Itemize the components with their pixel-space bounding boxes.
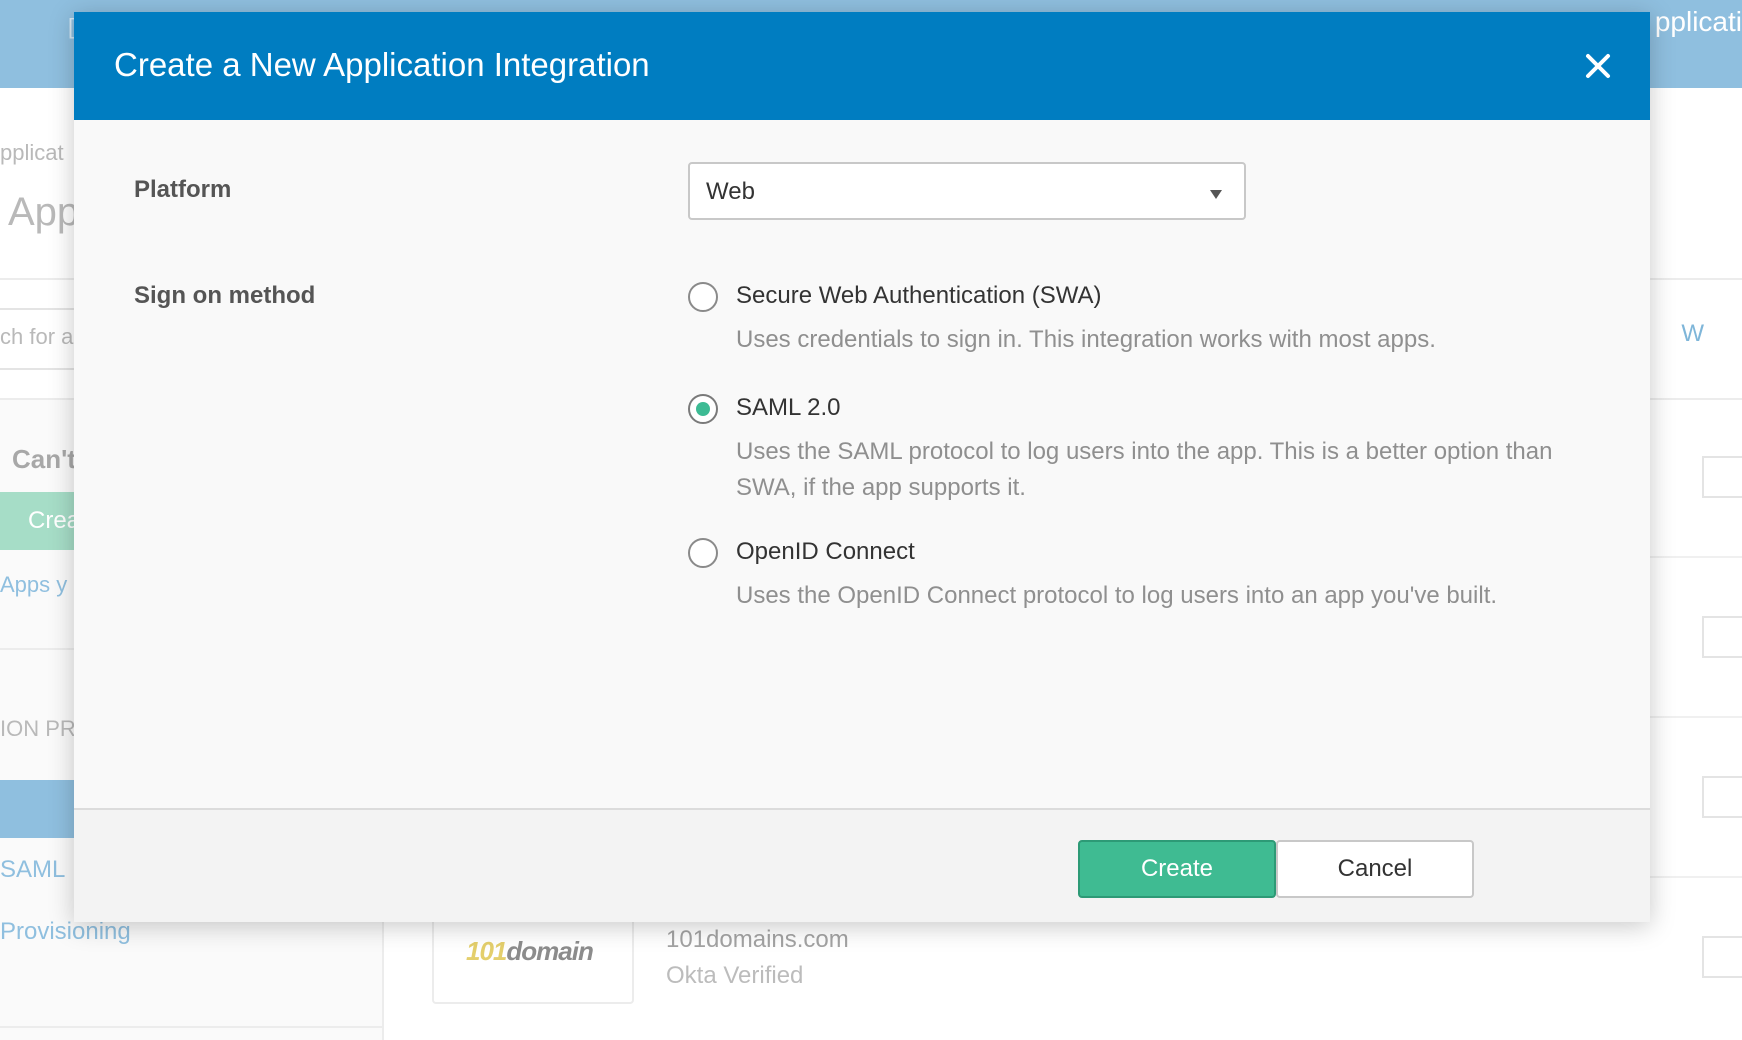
dialog-footer: Create Cancel bbox=[74, 808, 1650, 922]
radio-swa[interactable] bbox=[688, 282, 718, 312]
background-add-button[interactable] bbox=[1702, 456, 1742, 498]
background-app-logo-word: domain bbox=[506, 936, 593, 966]
create-app-integration-dialog: Create a New Application Integration Pla… bbox=[74, 12, 1650, 922]
platform-select-value: Web bbox=[706, 178, 755, 205]
cancel-button[interactable]: Cancel bbox=[1276, 840, 1474, 898]
background-add-button[interactable] bbox=[1702, 936, 1742, 978]
option-openid-label[interactable]: OpenID Connect bbox=[736, 538, 915, 566]
background-filter-saml[interactable]: SAML bbox=[0, 856, 65, 884]
background-app-status: Okta Verified bbox=[666, 962, 804, 989]
background-breadcrumb: pplicat bbox=[0, 140, 64, 165]
option-swa-description: Uses credentials to sign in. This integr… bbox=[736, 326, 1436, 353]
dialog-title: Create a New Application Integration bbox=[114, 46, 650, 83]
background-app-logo-text: 101domain bbox=[466, 936, 594, 967]
background-filter-provisioning[interactable]: Provisioning bbox=[0, 918, 131, 946]
platform-select[interactable]: Web bbox=[688, 162, 1246, 220]
sign-on-method-label: Sign on method bbox=[134, 282, 316, 309]
background-divider bbox=[0, 1026, 382, 1028]
background-apps-link[interactable]: Apps y bbox=[0, 572, 67, 598]
background-cant-find-heading: Can't bbox=[12, 444, 76, 474]
close-icon bbox=[1586, 54, 1610, 78]
background-search-placeholder: ch for a bbox=[0, 324, 74, 349]
option-swa-label[interactable]: Secure Web Authentication (SWA) bbox=[736, 282, 1102, 310]
create-button[interactable]: Create bbox=[1078, 840, 1276, 898]
background-add-button[interactable] bbox=[1702, 616, 1742, 658]
option-saml-label[interactable]: SAML 2.0 bbox=[736, 394, 841, 422]
background-top-bar-label: pplicati bbox=[1654, 6, 1742, 37]
background-page-title: App bbox=[8, 190, 80, 234]
dialog-header: Create a New Application Integration bbox=[74, 12, 1650, 120]
option-saml-description: Uses the SAML protocol to log users into… bbox=[736, 438, 1553, 501]
background-add-button[interactable] bbox=[1702, 776, 1742, 818]
radio-openid[interactable] bbox=[688, 538, 718, 568]
background-app-name[interactable]: 101domains.com bbox=[666, 926, 849, 954]
close-button[interactable] bbox=[1574, 42, 1622, 90]
platform-label: Platform bbox=[134, 176, 232, 203]
radio-saml[interactable] bbox=[688, 394, 718, 424]
background-section-heading: ION PR bbox=[0, 716, 76, 741]
background-app-logo-number: 101 bbox=[466, 936, 507, 966]
option-openid-description: Uses the OpenID Connect protocol to log … bbox=[736, 582, 1498, 609]
dropdown-arrow-icon bbox=[1210, 190, 1222, 199]
